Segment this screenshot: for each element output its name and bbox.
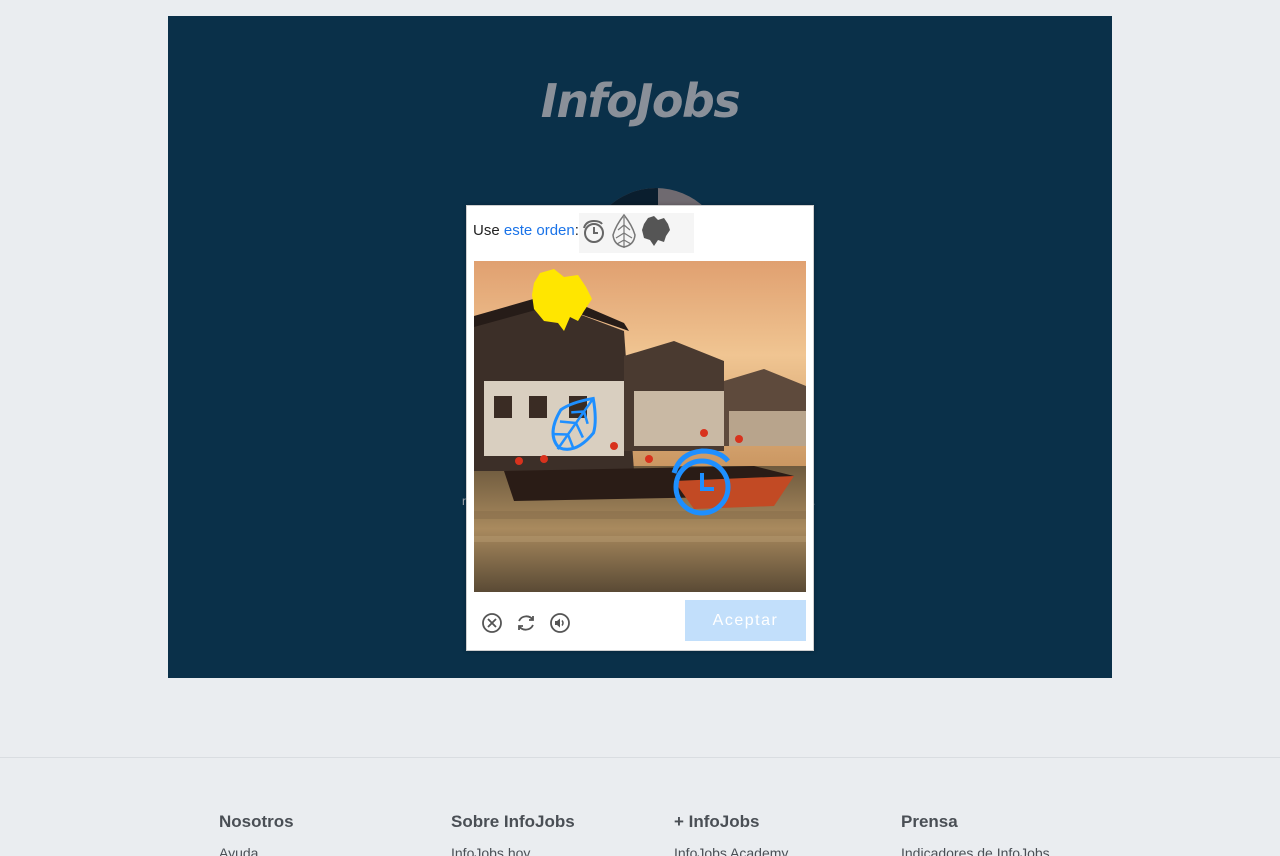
footer-heading: Nosotros [219,812,294,831]
footer-heading: + InfoJobs [674,812,760,831]
close-icon[interactable] [481,612,503,634]
footer-column-nosotros: Nosotros Ayuda [219,812,294,856]
accept-button[interactable]: Aceptar [685,600,806,641]
footer-link-infojobs-hoy[interactable]: InfoJobs hoy [451,845,575,856]
footer-heading: Prensa [901,812,958,831]
footer-heading: Sobre InfoJobs [451,812,575,831]
footer-link-ayuda[interactable]: Ayuda [219,845,294,856]
footer-column-prensa: Prensa Indicadores de InfoJobs [901,812,1050,856]
footer-column-sobre: Sobre InfoJobs InfoJobs hoy [451,812,575,856]
instruction-prefix: Use [473,222,500,239]
infojobs-logo: InfoJobs [540,74,741,128]
instruction-order-link: este orden [503,222,575,239]
captcha-dialog: Use este orden: Aceptar [466,205,814,651]
stopwatch-icon [580,216,608,251]
footer: Nosotros Ayuda Sobre InfoJobs InfoJobs h… [0,757,1280,856]
refresh-icon[interactable] [515,612,537,634]
audio-icon[interactable] [549,612,571,634]
footer-link-indicadores[interactable]: Indicadores de InfoJobs [901,845,1050,856]
captcha-image[interactable] [474,261,806,592]
order-icons-strip [579,213,694,253]
captcha-instruction: Use este orden: [473,222,579,239]
footer-link-academy[interactable]: InfoJobs Academy [674,845,788,856]
leaf-icon [610,213,638,254]
leaf-cluster-icon [640,214,672,253]
footer-column-mas-infojobs: + InfoJobs InfoJobs Academy [674,812,788,856]
